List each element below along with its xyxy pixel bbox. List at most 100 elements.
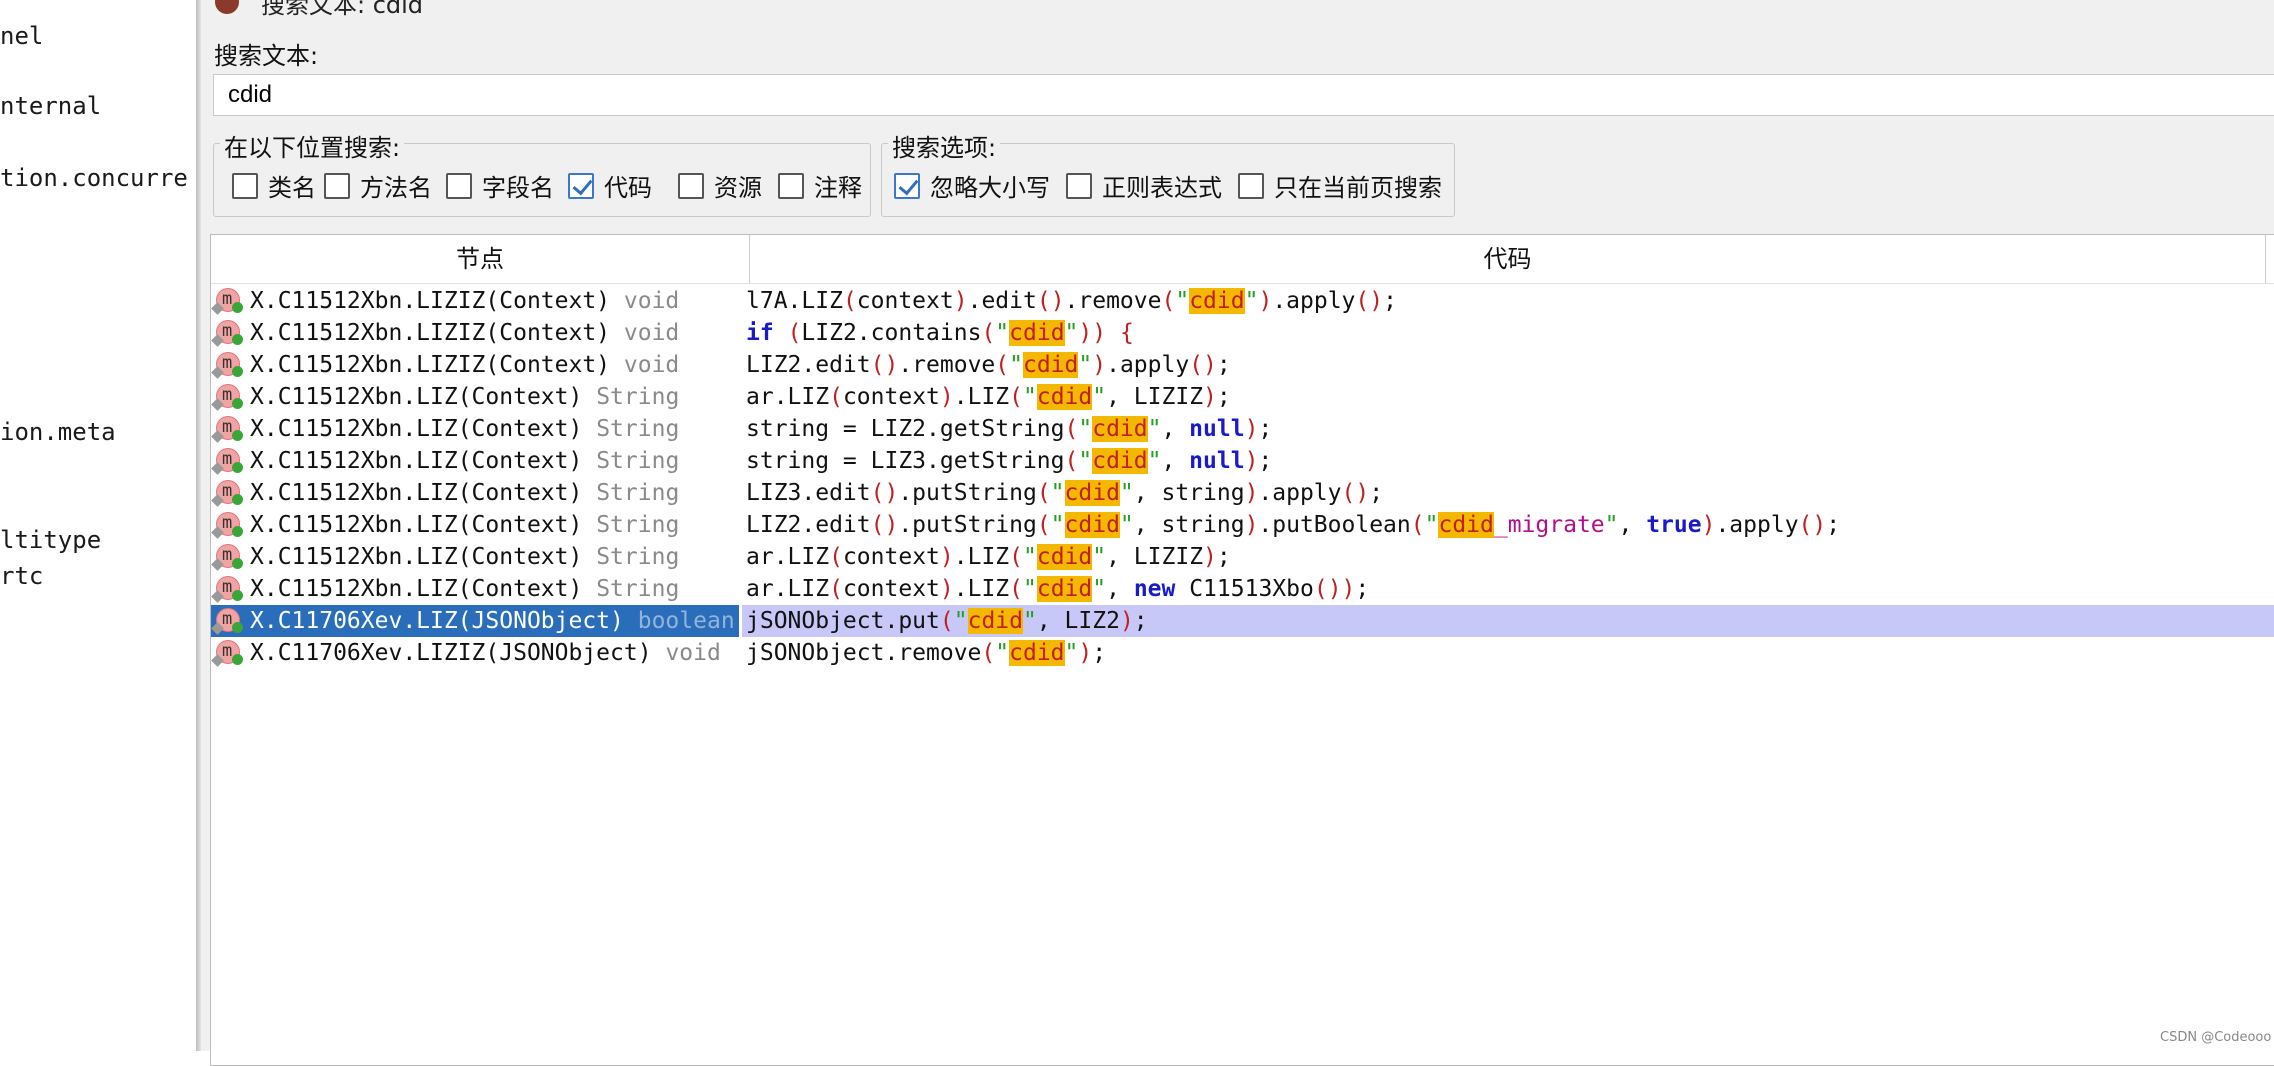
table-row[interactable]: m X.C11706Xev.LIZIZ(JSONObject) void jSONO… (211, 637, 2274, 669)
code-token: " (1050, 480, 1065, 506)
table-row[interactable]: m X.C11512Xbn.LIZ(Context) String string =… (211, 413, 2274, 445)
code-cell[interactable]: LIZ2.edit().putString("cdid", string).pu… (742, 509, 2274, 541)
node-cell[interactable]: m X.C11512Xbn.LIZIZ(Context) void (211, 317, 739, 349)
checkbox-unchecked-icon[interactable] (678, 172, 704, 199)
code-token: " (1064, 640, 1079, 666)
code-token: .apply (1715, 512, 1799, 538)
method-icon: m (211, 448, 243, 475)
code-token: context (842, 544, 940, 570)
tree-item[interactable]: ion.meta (0, 418, 116, 446)
checkbox-option[interactable]: 方法名 (324, 168, 432, 203)
checkbox-checked-icon[interactable] (568, 172, 594, 199)
code-token: ) (1244, 480, 1259, 506)
checkbox-label: 只在当前页搜索 (1274, 174, 1442, 202)
checkbox-unchecked-icon[interactable] (446, 172, 472, 199)
code-token: .LIZ (953, 576, 1010, 602)
node-cell[interactable]: m X.C11512Xbn.LIZ(Context) String (211, 541, 739, 573)
code-token: ; (1133, 608, 1148, 634)
match-highlight: cdid (1022, 352, 1079, 378)
table-row[interactable]: m X.C11512Xbn.LIZ(Context) String ar.LIZ(c… (211, 541, 2274, 573)
code-cell[interactable]: LIZ3.edit().putString("cdid", string).ap… (742, 477, 2274, 509)
column-header-node[interactable]: 节点 (211, 235, 750, 283)
code-token: , LIZ2 (1036, 608, 1120, 634)
checkbox-unchecked-icon[interactable] (778, 172, 804, 199)
code-cell[interactable]: ar.LIZ(context).LIZ("cdid", LIZIZ); (742, 381, 2274, 413)
code-cell[interactable]: jSONObject.put("cdid", LIZ2); (742, 605, 2274, 637)
code-token: LIZ2.edit (746, 352, 871, 378)
table-row[interactable]: m X.C11512Xbn.LIZIZ(Context) void LIZ2.edi… (211, 349, 2274, 381)
code-cell[interactable]: LIZ2.edit().remove("cdid").apply(); (742, 349, 2274, 381)
checkbox-checked-icon[interactable] (894, 172, 920, 199)
code-token: " (1604, 512, 1619, 538)
tree-item[interactable]: nternal (0, 92, 101, 120)
code-token: new (1133, 576, 1176, 602)
column-header-code[interactable]: 代码 (750, 235, 2266, 283)
code-cell[interactable]: jSONObject.remove("cdid"); (742, 637, 2274, 669)
tree-item[interactable]: rtc (0, 562, 43, 590)
code-token: ; (1258, 448, 1273, 474)
code-token: ; (1826, 512, 1841, 538)
table-row[interactable]: m X.C11706Xev.LIZ(JSONObject) boolean jSON… (211, 605, 2274, 637)
node-cell[interactable]: m X.C11512Xbn.LIZ(Context) String (211, 477, 739, 509)
table-header: 节点 代码 (211, 235, 2274, 284)
table-row[interactable]: m X.C11512Xbn.LIZ(Context) String string =… (211, 445, 2274, 477)
node-cell[interactable]: m X.C11706Xev.LIZIZ(JSONObject) void (211, 637, 739, 669)
close-icon[interactable]: ✕ (2241, 0, 2266, 7)
code-cell[interactable]: if (LIZ2.contains("cdid")) { (742, 317, 2274, 349)
checkbox-option[interactable]: 只在当前页搜索 (1238, 168, 1442, 203)
node-cell[interactable]: m X.C11512Xbn.LIZ(Context) String (211, 445, 739, 477)
code-token: () (1355, 288, 1384, 314)
table-row[interactable]: m X.C11512Xbn.LIZ(Context) String ar.LIZ(c… (211, 381, 2274, 413)
code-token: " (1119, 512, 1134, 538)
checkbox-unchecked-icon[interactable] (324, 172, 350, 199)
code-cell[interactable]: ar.LIZ(context).LIZ("cdid", new C11513Xb… (742, 573, 2274, 605)
node-cell[interactable]: m X.C11512Xbn.LIZIZ(Context) void (211, 349, 739, 381)
return-type: void (665, 640, 721, 666)
checkbox-option[interactable]: 资源 (678, 168, 762, 203)
code-token: , (1618, 512, 1647, 538)
code-cell[interactable]: l7A.LIZ(context).edit().remove("cdid").a… (742, 285, 2274, 317)
code-cell[interactable]: string = LIZ3.getString("cdid", null); (742, 445, 2274, 477)
table-row[interactable]: m X.C11512Xbn.LIZIZ(Context) void l7A.LIZ(… (211, 285, 2274, 317)
code-token: null (1189, 448, 1245, 474)
dialog-titlebar[interactable]: 搜索文本: cdid ✕ (201, 0, 2274, 19)
search-input[interactable] (213, 74, 2274, 116)
code-token: ( (1036, 480, 1051, 506)
table-row[interactable]: m X.C11512Xbn.LIZ(Context) String LIZ3.edi… (211, 477, 2274, 509)
node-cell[interactable]: m X.C11512Xbn.LIZ(Context) String (211, 573, 739, 605)
code-cell[interactable]: string = LIZ2.getString("cdid", null); (742, 413, 2274, 445)
checkbox-unchecked-icon[interactable] (1238, 172, 1264, 199)
method-signature: X.C11512Xbn.LIZ(Context) (250, 512, 583, 538)
checkbox-option[interactable]: 类名 (232, 168, 316, 203)
code-token: ) (1244, 416, 1259, 442)
table-row[interactable]: m X.C11512Xbn.LIZ(Context) String ar.LIZ(c… (211, 573, 2274, 605)
table-row[interactable]: m X.C11512Xbn.LIZ(Context) String LIZ2.edi… (211, 509, 2274, 541)
node-cell[interactable]: m X.C11512Xbn.LIZ(Context) String (211, 509, 739, 541)
table-row[interactable]: m X.C11512Xbn.LIZIZ(Context) void if (LIZ2… (211, 317, 2274, 349)
checkbox-option[interactable]: 忽略大小写 (894, 168, 1050, 203)
return-type: String (596, 512, 680, 538)
checkbox-unchecked-icon[interactable] (1066, 172, 1092, 199)
code-token: " (953, 608, 968, 634)
checkbox-option[interactable]: 字段名 (446, 168, 554, 203)
node-cell[interactable]: m X.C11512Xbn.LIZ(Context) String (211, 381, 739, 413)
tree-item[interactable]: nel (0, 22, 43, 50)
tree-item[interactable]: ltitype (0, 526, 101, 554)
code-token: ar.LIZ (746, 384, 830, 410)
code-token: ; (1216, 544, 1231, 570)
method-signature: X.C11706Xev.LIZ(JSONObject) (250, 608, 624, 634)
code-cell[interactable]: ar.LIZ(context).LIZ("cdid", LIZIZ); (742, 541, 2274, 573)
checkbox-option[interactable]: 注释 (778, 168, 862, 203)
code-token: ) (1244, 448, 1259, 474)
tree-item[interactable]: tion.concurre (0, 164, 188, 192)
checkbox-unchecked-icon[interactable] (232, 172, 258, 199)
code-token: ; (1092, 640, 1107, 666)
code-token: " (1147, 416, 1162, 442)
node-cell[interactable]: m X.C11512Xbn.LIZIZ(Context) void (211, 285, 739, 317)
code-token: " (1023, 544, 1037, 570)
checkbox-option[interactable]: 正则表达式 (1066, 168, 1222, 203)
node-cell[interactable]: m X.C11512Xbn.LIZ(Context) String (211, 413, 739, 445)
node-cell[interactable]: m X.C11706Xev.LIZ(JSONObject) boolean (211, 605, 739, 637)
code-token: .putString (898, 512, 1037, 538)
checkbox-option[interactable]: 代码 (568, 168, 652, 203)
